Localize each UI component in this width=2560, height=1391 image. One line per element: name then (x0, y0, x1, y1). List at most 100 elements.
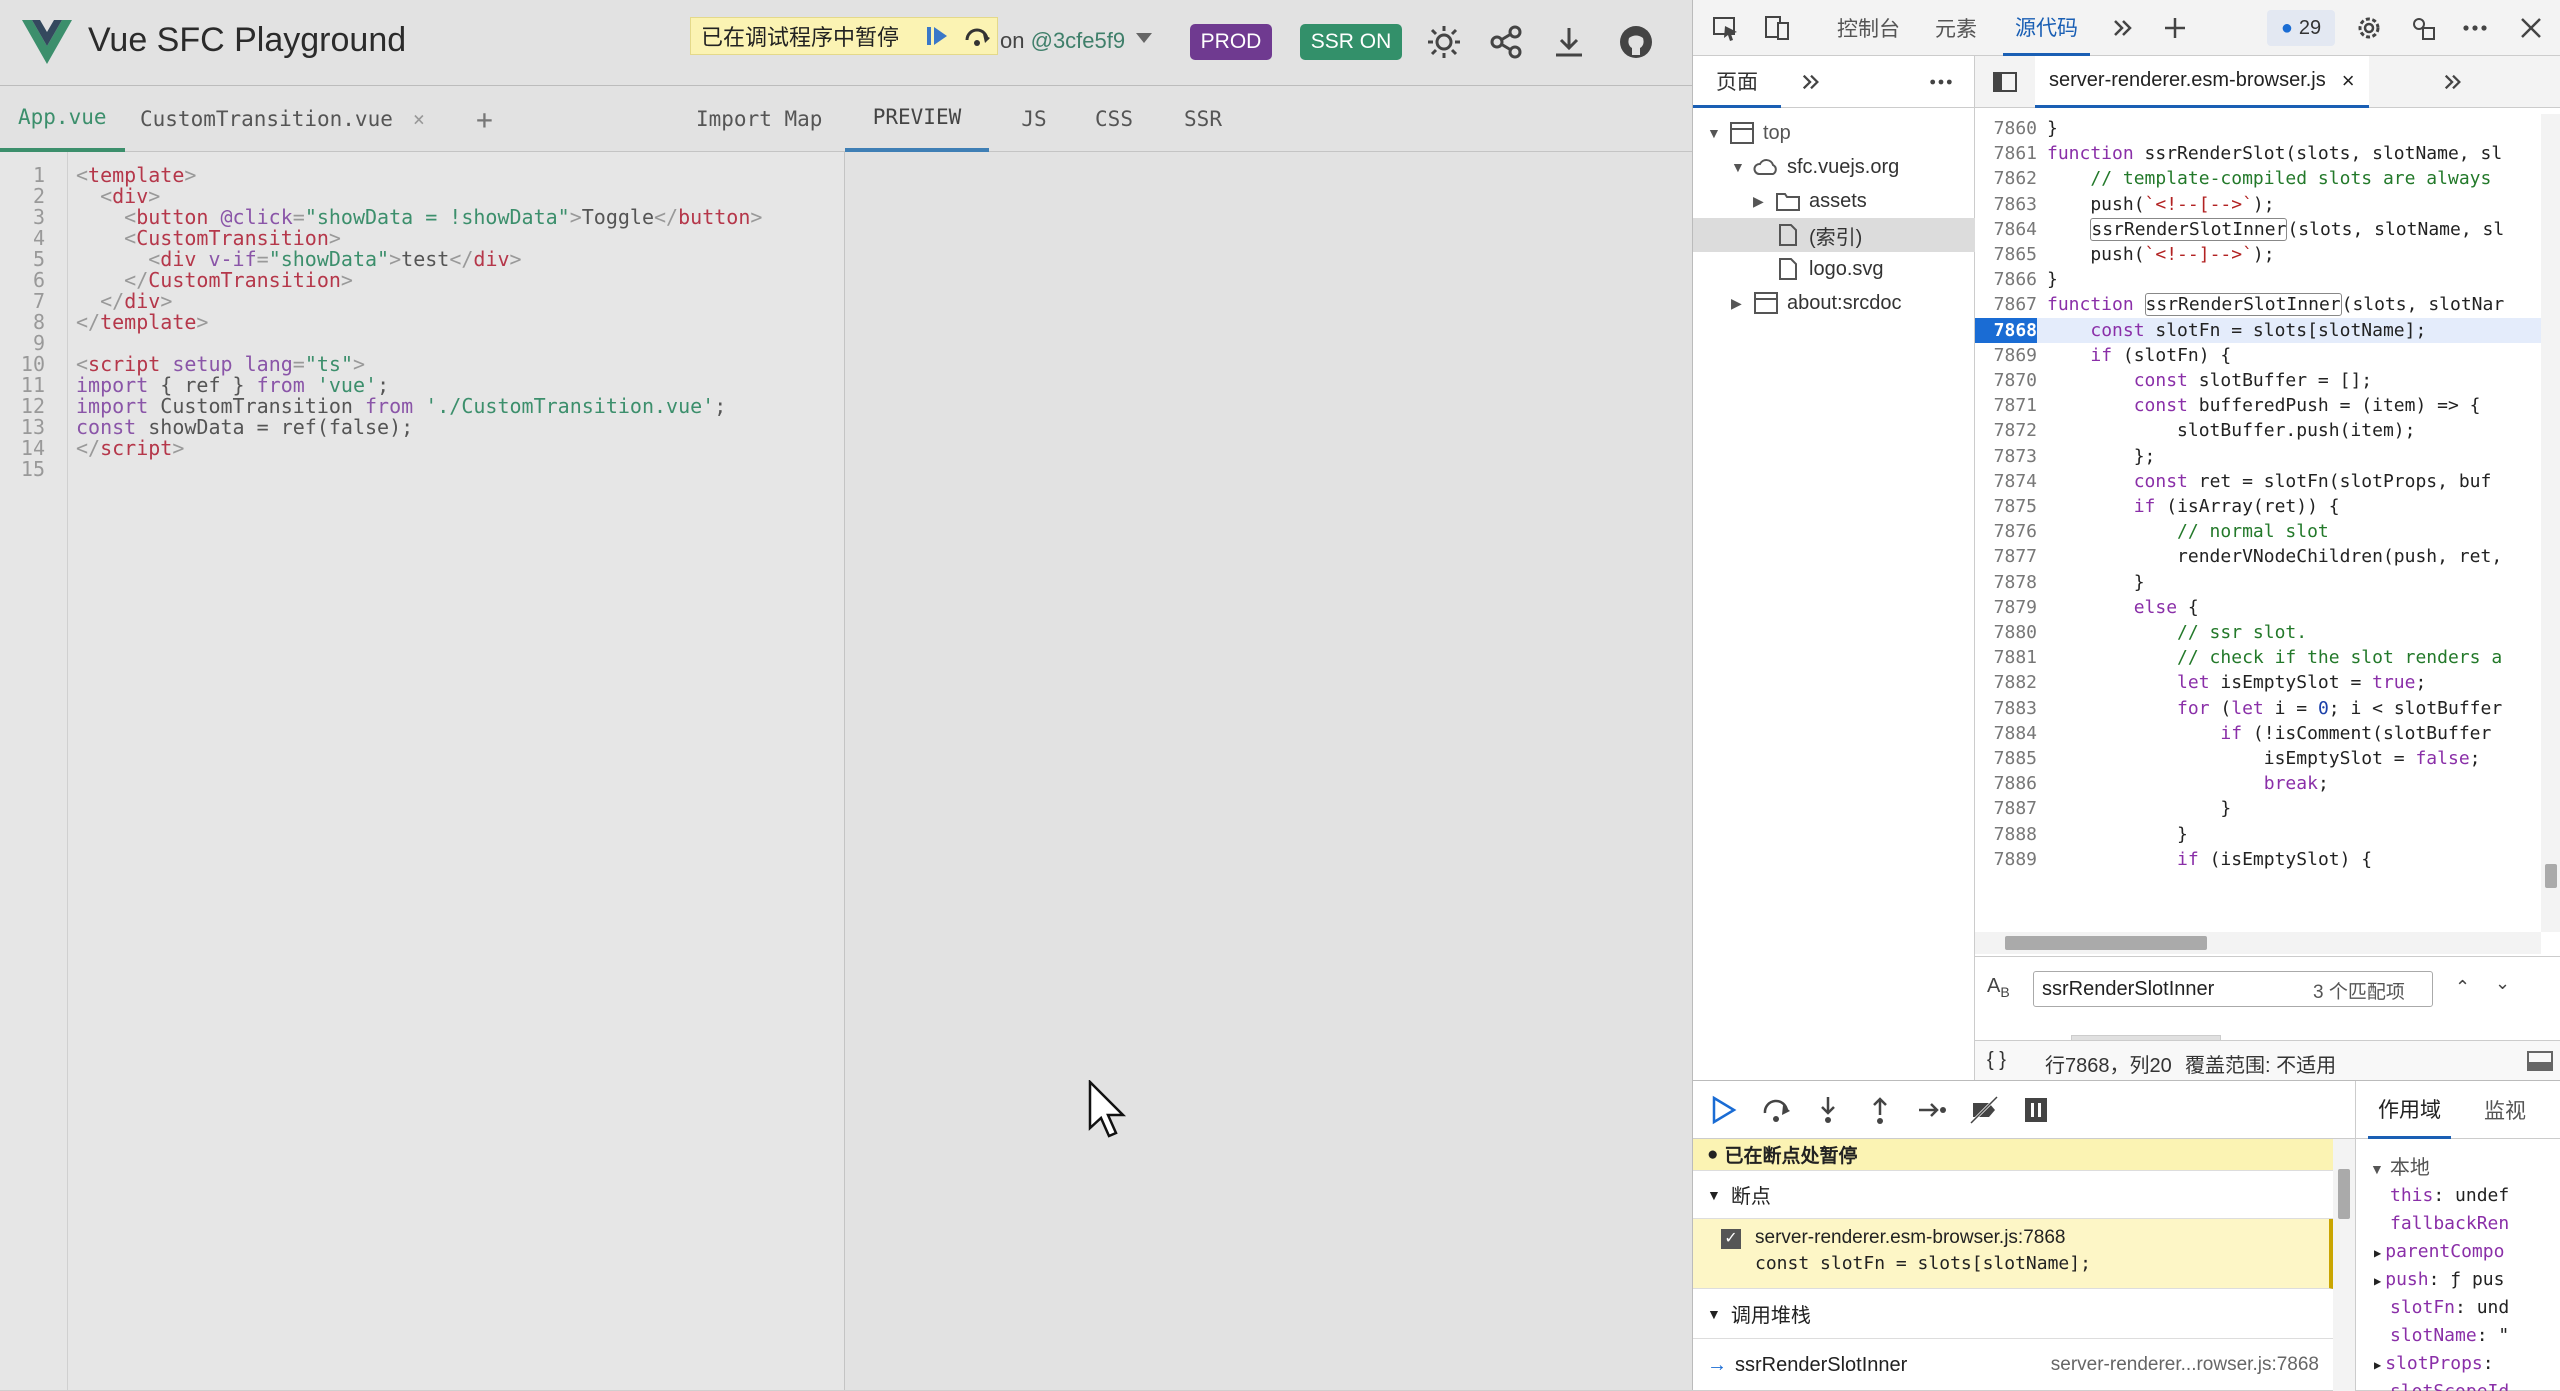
source-line[interactable]: 7865 push(`<!--]-->`); (1975, 242, 2541, 267)
source-line-number[interactable]: 7877 (1975, 544, 2037, 569)
source-line-number[interactable]: 7873 (1975, 444, 2037, 469)
breakpoint-checkbox[interactable]: ✓ (1721, 1229, 1741, 1249)
source-line-number[interactable]: 7869 (1975, 343, 2037, 368)
tree-item-srcdoc[interactable]: ▶ about:srcdoc (1693, 286, 1975, 320)
scrollbar-thumb[interactable] (2005, 936, 2207, 950)
connect-devices-icon[interactable] (2405, 10, 2441, 46)
source-line[interactable]: 7860} (1975, 116, 2541, 141)
gear-icon[interactable] (2351, 10, 2387, 46)
vertical-scrollbar[interactable] (2333, 1139, 2355, 1391)
source-line[interactable]: 7862 // template-compiled slots are alwa… (1975, 166, 2541, 191)
more-options-icon[interactable] (1923, 64, 1959, 100)
breakpoint-marker[interactable]: 7868 (1975, 317, 2037, 343)
scope-variable[interactable]: slotName: " (2390, 1325, 2509, 1346)
tab-js[interactable]: JS (1005, 86, 1063, 152)
source-line[interactable]: 7870 const slotBuffer = []; (1975, 368, 2541, 393)
source-line[interactable]: 7861 function ssrRenderSlot(slots, slotNa… (1975, 141, 2541, 166)
scrollbar-thumb[interactable] (2545, 864, 2557, 888)
scope-variable[interactable]: ▶ parentCompo (2374, 1241, 2504, 1262)
resume-icon[interactable] (1707, 1093, 1741, 1127)
scope-variable[interactable]: ▶ slotProps: (2374, 1353, 2494, 1374)
source-line[interactable]: 7871 const bufferedPush = (item) => { (1975, 393, 2541, 418)
source-line-number[interactable]: 7872 (1975, 418, 2037, 443)
source-line[interactable]: 7876 // normal slot (1975, 519, 2541, 544)
source-line-number[interactable]: 7871 (1975, 393, 2037, 418)
source-line[interactable]: 7872 slotBuffer.push(item); (1975, 418, 2541, 443)
tree-item-domain[interactable]: ▼ sfc.vuejs.org (1693, 150, 1975, 184)
source-line[interactable]: 7874 const ret = slotFn(slotProps, buf (1975, 469, 2541, 494)
github-icon[interactable] (1618, 24, 1654, 60)
deactivate-breakpoints-icon[interactable] (1967, 1093, 2001, 1127)
step-over-icon[interactable] (957, 18, 997, 54)
source-line[interactable]: 7888 } (1975, 822, 2541, 847)
source-code-view[interactable]: 7860} 7861 function ssrRenderSlot(slots, s… (1975, 114, 2541, 932)
source-line-number[interactable]: 7866 (1975, 267, 2037, 292)
source-line[interactable]: 7869 if (slotFn) { (1975, 343, 2541, 368)
source-line[interactable]: 7878 } (1975, 570, 2541, 595)
source-line-number[interactable]: 7888 (1975, 822, 2037, 847)
source-line[interactable]: 7873 }; (1975, 444, 2541, 469)
replace-toggle-icon[interactable]: AB (1987, 975, 2010, 1000)
more-tabs-icon[interactable] (2435, 64, 2471, 100)
tab-css[interactable]: CSS (1077, 86, 1151, 152)
import-map-button[interactable]: Import Map (696, 86, 822, 152)
add-file-button[interactable]: + (460, 86, 509, 152)
source-line-number[interactable]: 7862 (1975, 166, 2037, 191)
breakpoint-item[interactable]: ✓ server-renderer.esm-browser.js:7868 co… (1693, 1219, 2333, 1289)
scrollbar-thumb[interactable] (2338, 1169, 2350, 1219)
resume-icon[interactable] (917, 18, 957, 54)
source-line-number[interactable]: 7867 (1975, 292, 2037, 317)
source-line[interactable]: 7877 renderVNodeChildren(push, ret, (1975, 544, 2541, 569)
file-tab-app-vue[interactable]: App.vue (0, 86, 125, 152)
device-toolbar-icon[interactable] (1759, 10, 1795, 46)
vertical-scrollbar[interactable] (2541, 114, 2560, 932)
chevron-down-icon[interactable] (1136, 33, 1152, 43)
source-line-number[interactable]: 7885 (1975, 746, 2037, 771)
preview-pane[interactable] (845, 152, 1692, 1390)
step-into-icon[interactable] (1811, 1093, 1845, 1127)
source-line-number[interactable]: 7875 (1975, 494, 2037, 519)
source-line-number[interactable]: 7864 (1975, 217, 2037, 242)
source-line[interactable]: 7880 // ssr slot. (1975, 620, 2541, 645)
step-out-icon[interactable] (1863, 1093, 1897, 1127)
source-line-number[interactable]: 7876 (1975, 519, 2037, 544)
close-icon[interactable]: × (2342, 68, 2355, 94)
source-line-breakpoint[interactable]: 7868 const slotFn = slots[slotName]; (1975, 317, 2541, 343)
source-line[interactable]: 7863 push(`<!--[-->`); (1975, 192, 2541, 217)
tree-item-index[interactable]: (索引) (1693, 218, 1975, 252)
source-line-number[interactable]: 7880 (1975, 620, 2037, 645)
source-line-number[interactable]: 7860 (1975, 116, 2037, 141)
prod-toggle-button[interactable]: PROD (1190, 24, 1272, 60)
callstack-header[interactable]: ▼ 调用堆栈 (1693, 1289, 2333, 1339)
vue-logo-icon[interactable] (22, 20, 72, 64)
tab-page[interactable]: 页面 (1693, 56, 1781, 108)
source-line-number[interactable]: 7881 (1975, 645, 2037, 670)
source-line[interactable]: 7883 for (let i = 0; i < slotBuffer (1975, 696, 2541, 721)
tab-sources[interactable]: 源代码 (2003, 0, 2090, 56)
share-icon[interactable] (1488, 24, 1524, 60)
source-line[interactable]: 7882 let isEmptySlot = true; (1975, 670, 2541, 695)
breakpoints-header[interactable]: ▼ 断点 (1693, 1171, 2333, 1219)
version-selector[interactable]: on @3cfe5f9 (1000, 28, 1125, 54)
source-line[interactable]: 7879 else { (1975, 595, 2541, 620)
source-line-number[interactable]: 7882 (1975, 670, 2037, 695)
source-line[interactable]: 7881 // check if the slot renders a (1975, 645, 2541, 670)
previous-match-icon[interactable]: ⌃ (2455, 977, 2470, 998)
source-line[interactable]: 7875 if (isArray(ret)) { (1975, 494, 2541, 519)
more-tabs-icon[interactable] (1793, 64, 1829, 100)
tree-item-assets[interactable]: ▶ assets (1693, 184, 1975, 218)
source-line-number[interactable]: 7861 (1975, 141, 2037, 166)
scope-variable[interactable]: this: undef (2390, 1185, 2509, 1206)
add-tab-icon[interactable] (2157, 10, 2193, 46)
close-icon[interactable]: × (413, 107, 425, 131)
source-line-number[interactable]: 7879 (1975, 595, 2037, 620)
ssr-toggle-button[interactable]: SSR ON (1300, 24, 1402, 60)
source-line[interactable]: 7866} (1975, 267, 2541, 292)
source-line-number[interactable]: 7863 (1975, 192, 2037, 217)
file-tab-custom-transition[interactable]: CustomTransition.vue × (122, 86, 443, 152)
source-line[interactable]: 7889 if (isEmptySlot) { (1975, 847, 2541, 872)
drawer-toggle-icon[interactable] (2527, 1051, 2553, 1077)
tab-console[interactable]: 控制台 (1837, 0, 1900, 56)
next-match-icon[interactable]: ⌄ (2495, 973, 2510, 994)
more-tabs-icon[interactable] (2105, 10, 2141, 46)
